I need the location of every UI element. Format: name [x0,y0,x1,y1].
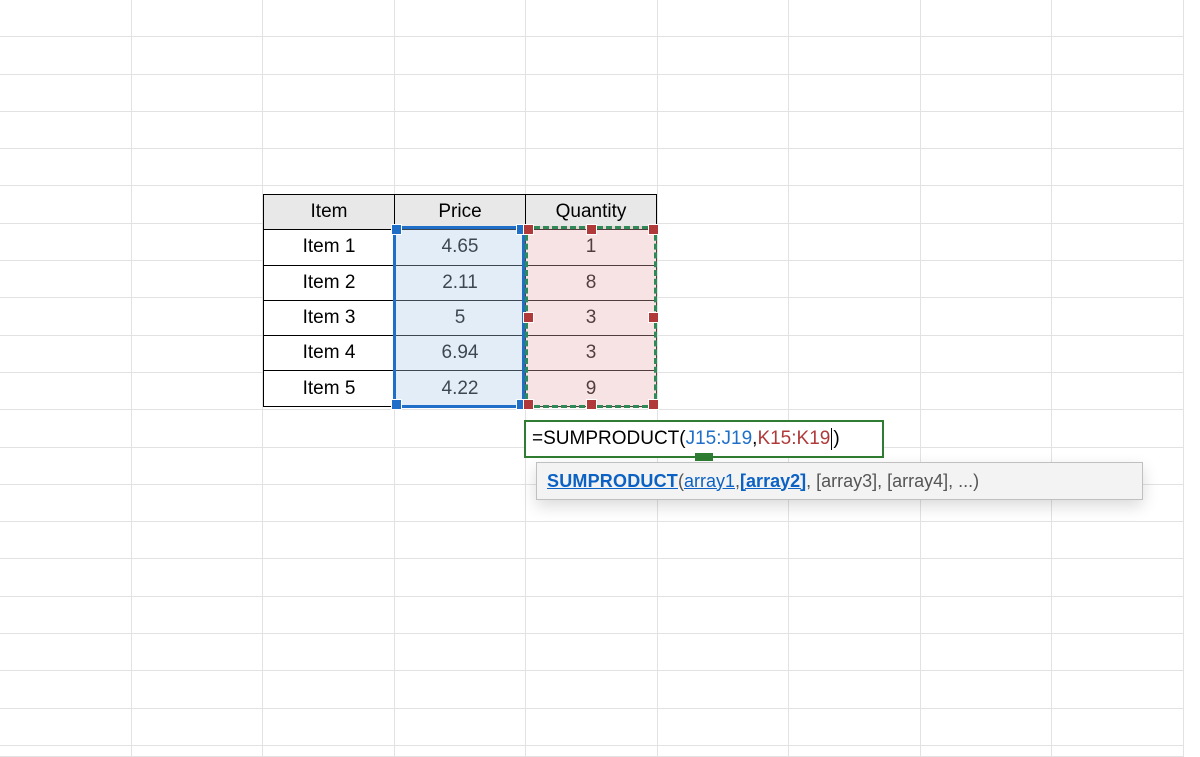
cell-price[interactable]: 5 [395,300,526,335]
formula-edit-cell[interactable]: =SUMPRODUCT(J15:J19,K15:K19) [524,420,884,458]
hint-arg1-link[interactable]: array1 [684,471,735,492]
cell-quantity[interactable]: 8 [526,265,657,300]
cell-price[interactable]: 6.94 [395,336,526,371]
table-row: Item 2 2.11 8 [264,265,657,300]
cell-quantity[interactable]: 1 [526,230,657,265]
hint-rest: , [array3], [array4], ...) [806,471,979,492]
table-row: Item 1 4.65 1 [264,230,657,265]
cell-price[interactable]: 4.65 [395,230,526,265]
header-price[interactable]: Price [395,195,526,230]
header-quantity[interactable]: Quantity [526,195,657,230]
cell-item[interactable]: Item 5 [264,371,395,406]
edit-cell-notch-icon [695,453,713,461]
cell-quantity[interactable]: 3 [526,336,657,371]
table-row: Item 3 5 3 [264,300,657,335]
table-header-row: Item Price Quantity [264,195,657,230]
cell-quantity[interactable]: 9 [526,371,657,406]
cell-price[interactable]: 2.11 [395,265,526,300]
hint-function-link[interactable]: SUMPRODUCT [547,471,678,492]
formula-close-paren: ) [833,428,839,450]
formula-arg1: J15:J19 [686,428,753,450]
table-row: Item 5 4.22 9 [264,371,657,406]
cell-item[interactable]: Item 2 [264,265,395,300]
data-table[interactable]: Item Price Quantity Item 1 4.65 1 Item 2… [263,194,657,407]
header-item[interactable]: Item [264,195,395,230]
formula-arg2: K15:K19 [757,428,830,450]
cell-price[interactable]: 4.22 [395,371,526,406]
formula-hint-tooltip[interactable]: SUMPRODUCT(array1, [array2], [array3], [… [536,462,1143,500]
cell-item[interactable]: Item 4 [264,336,395,371]
cell-quantity[interactable]: 3 [526,300,657,335]
cell-item[interactable]: Item 1 [264,230,395,265]
formula-function-name: SUMPRODUCT [543,428,679,450]
text-caret-icon [831,428,832,450]
table-row: Item 4 6.94 3 [264,336,657,371]
hint-arg2-link[interactable]: array2 [746,471,800,492]
cell-item[interactable]: Item 3 [264,300,395,335]
formula-prefix: = [532,428,543,450]
overlay-layer: Item Price Quantity Item 1 4.65 1 Item 2… [0,0,1200,757]
